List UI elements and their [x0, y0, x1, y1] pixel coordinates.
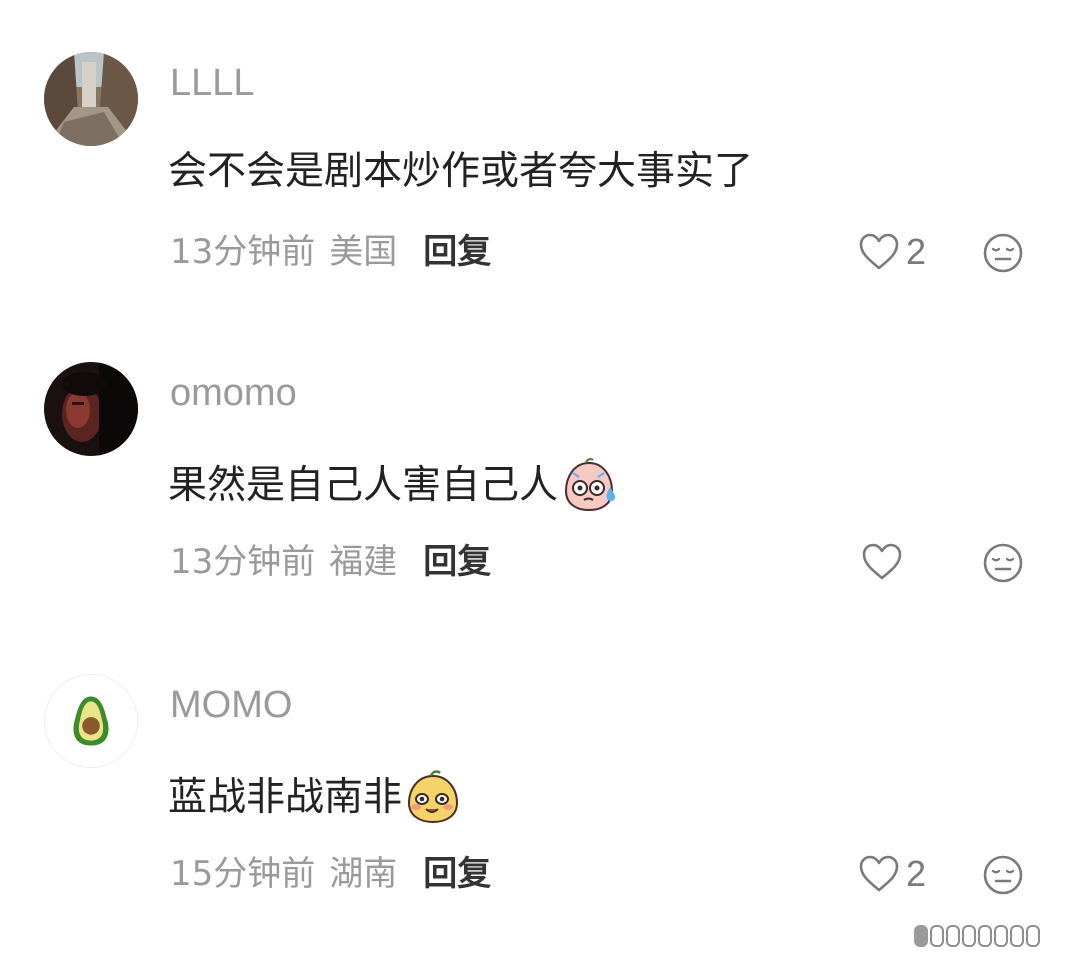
comment-text: 会不会是剧本炒作或者夸大事实了 — [168, 147, 753, 197]
like-button[interactable]: 2 — [858, 852, 926, 896]
comment-text: 果然是自己人害自己人 — [168, 457, 618, 515]
comment-meta: 13分钟前 美国 回复 — [170, 232, 491, 272]
watermark-mark — [1010, 925, 1024, 947]
watermark-mark — [914, 925, 928, 947]
reply-button[interactable]: 回复 — [423, 232, 491, 272]
avocado-avatar-icon — [45, 675, 137, 767]
user-avatar[interactable] — [44, 52, 138, 146]
heart-icon — [859, 233, 899, 270]
watermark-mark — [962, 925, 976, 947]
reaction-button[interactable] — [982, 854, 1024, 896]
comment-item: MOMO 蓝战非战南非 15分钟前 湖南 回复 2 — [0, 674, 1070, 974]
comment-region: 福建 — [329, 542, 398, 582]
heart-icon — [862, 543, 902, 580]
like-button[interactable] — [861, 540, 909, 584]
comment-text-body: 果然是自己人害自己人 — [168, 463, 559, 508]
meh-face-icon — [983, 233, 1023, 273]
like-count: 2 — [906, 231, 927, 272]
comment-time: 15分钟前 — [170, 854, 316, 894]
heart-icon — [859, 855, 899, 892]
reply-button[interactable]: 回复 — [423, 854, 491, 894]
comment-region: 美国 — [329, 232, 398, 272]
reaction-button[interactable] — [982, 232, 1024, 274]
comment-meta: 13分钟前 福建 回复 — [170, 542, 491, 582]
sweat-face-emoji-icon — [565, 458, 616, 512]
watermark-strip — [914, 924, 1060, 948]
reply-button[interactable]: 回复 — [423, 542, 491, 582]
comment-text-body: 会不会是剧本炒作或者夸大事实了 — [168, 149, 754, 194]
smug-face-emoji-icon — [408, 770, 459, 824]
username[interactable]: omomo — [170, 374, 297, 412]
watermark-mark — [1026, 925, 1040, 947]
comment-time: 13分钟前 — [170, 232, 316, 272]
watermark-mark — [978, 925, 992, 947]
comment-time: 13分钟前 — [170, 542, 316, 582]
watermark-mark — [946, 925, 960, 947]
meh-face-icon — [983, 855, 1023, 895]
user-avatar[interactable] — [44, 362, 138, 456]
street-photo-avatar-icon — [44, 52, 138, 146]
like-button[interactable]: 2 — [858, 230, 926, 274]
watermark-mark — [930, 925, 944, 947]
username[interactable]: LLLL — [170, 64, 255, 102]
dark-portrait-avatar-icon — [44, 362, 138, 456]
comment-text-body: 蓝战非战南非 — [168, 775, 403, 820]
username[interactable]: MOMO — [170, 686, 292, 724]
meh-face-icon — [983, 543, 1023, 583]
comment-text: 蓝战非战南非 — [168, 769, 462, 827]
comment-meta: 15分钟前 湖南 回复 — [170, 854, 491, 894]
watermark-mark — [994, 925, 1008, 947]
reaction-button[interactable] — [982, 542, 1024, 584]
comment-item: LLLL 会不会是剧本炒作或者夸大事实了 13分钟前 美国 回复 2 — [0, 52, 1070, 352]
like-count: 2 — [906, 853, 927, 894]
user-avatar[interactable] — [44, 674, 138, 768]
comment-region: 湖南 — [329, 854, 398, 894]
comment-item: omomo 果然是自己人害自己人 13分钟前 福建 回复 — [0, 362, 1070, 662]
